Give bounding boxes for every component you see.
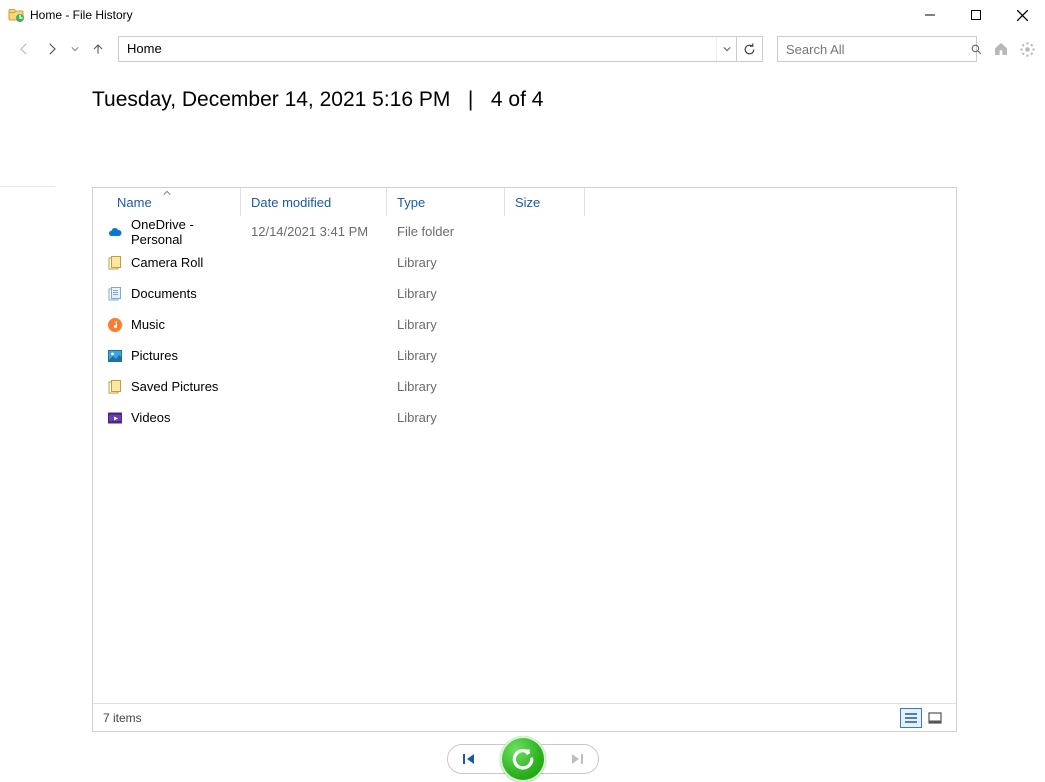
column-name-label: Name (117, 195, 152, 210)
item-icon (107, 410, 123, 426)
navigation-bar: Home (0, 30, 1045, 68)
home-icon[interactable] (991, 39, 1011, 59)
next-version-button[interactable] (568, 752, 584, 766)
item-type: File folder (387, 224, 505, 239)
item-type: Library (387, 379, 505, 394)
item-icon (107, 224, 123, 240)
heading-separator: | (468, 88, 473, 111)
history-heading: Tuesday, December 14, 2021 5:16 PM | 4 o… (0, 68, 1045, 126)
back-button[interactable] (12, 37, 36, 61)
item-type: Library (387, 348, 505, 363)
settings-gear-icon[interactable] (1017, 39, 1037, 59)
list-item[interactable]: Saved Pictures Library (93, 371, 956, 402)
item-name: Videos (131, 410, 171, 425)
thumbnails-view-button[interactable] (924, 708, 946, 728)
list-item[interactable]: Camera Roll Library (93, 247, 956, 278)
heading-timestamp: Tuesday, December 14, 2021 5:16 PM (92, 88, 450, 111)
status-count: 7 items (103, 711, 142, 725)
history-dropdown[interactable] (68, 37, 82, 61)
item-name: Music (131, 317, 165, 332)
item-type: Library (387, 286, 505, 301)
heading-counter: 4 of 4 (491, 88, 544, 111)
search-icon[interactable] (970, 43, 983, 56)
previous-version-button[interactable] (462, 752, 478, 766)
item-name: Pictures (131, 348, 178, 363)
item-name: Camera Roll (131, 255, 203, 270)
list-item[interactable]: OneDrive - Personal12/14/2021 3:41 PMFil… (93, 216, 956, 247)
window-controls (907, 0, 1045, 30)
list-item[interactable]: Music Library (93, 309, 956, 340)
address-dropdown[interactable] (716, 37, 736, 61)
column-type-label: Type (397, 195, 425, 210)
item-icon (107, 317, 123, 333)
address-text: Home (119, 37, 716, 61)
toolbar-right (991, 39, 1037, 59)
column-size-label: Size (515, 195, 540, 210)
item-type: Library (387, 255, 505, 270)
left-gutter (0, 186, 55, 187)
list-item[interactable]: Videos Library (93, 402, 956, 433)
list-item[interactable]: Documents Library (93, 278, 956, 309)
column-type[interactable]: Type (387, 188, 505, 216)
column-size[interactable]: Size (505, 188, 585, 216)
search-input[interactable] (778, 37, 970, 61)
refresh-button[interactable] (736, 37, 762, 61)
column-name[interactable]: Name (93, 188, 241, 216)
bottom-controls (0, 744, 1045, 774)
status-bar: 7 items (93, 703, 956, 731)
app-icon (8, 7, 24, 23)
file-list-pane: Name Date modified Type Size OneDrive - … (92, 187, 957, 732)
item-icon (107, 348, 123, 364)
titlebar: Home - File History (0, 0, 1045, 30)
view-toggle (900, 708, 946, 728)
item-icon (107, 286, 123, 302)
item-name: Documents (131, 286, 197, 301)
item-type: Library (387, 410, 505, 425)
sort-indicator-asc-icon (163, 188, 171, 198)
close-button[interactable] (999, 0, 1045, 30)
forward-button[interactable] (40, 37, 64, 61)
listview-header: Name Date modified Type Size (93, 188, 956, 216)
window-title: Home - File History (24, 8, 907, 22)
file-rows: OneDrive - Personal12/14/2021 3:41 PMFil… (93, 216, 956, 433)
list-item[interactable]: Pictures Library (93, 340, 956, 371)
column-date-label: Date modified (251, 195, 331, 210)
item-icon (107, 379, 123, 395)
details-view-button[interactable] (900, 708, 922, 728)
item-name: OneDrive - Personal (131, 217, 241, 247)
item-date: 12/14/2021 3:41 PM (241, 224, 387, 239)
address-bar[interactable]: Home (118, 36, 763, 62)
item-type: Library (387, 317, 505, 332)
search-box[interactable] (777, 36, 977, 62)
minimize-button[interactable] (907, 0, 953, 30)
restore-button[interactable] (500, 736, 546, 782)
column-date[interactable]: Date modified (241, 188, 387, 216)
up-button[interactable] (86, 37, 110, 61)
maximize-button[interactable] (953, 0, 999, 30)
item-name: Saved Pictures (131, 379, 218, 394)
item-icon (107, 255, 123, 271)
